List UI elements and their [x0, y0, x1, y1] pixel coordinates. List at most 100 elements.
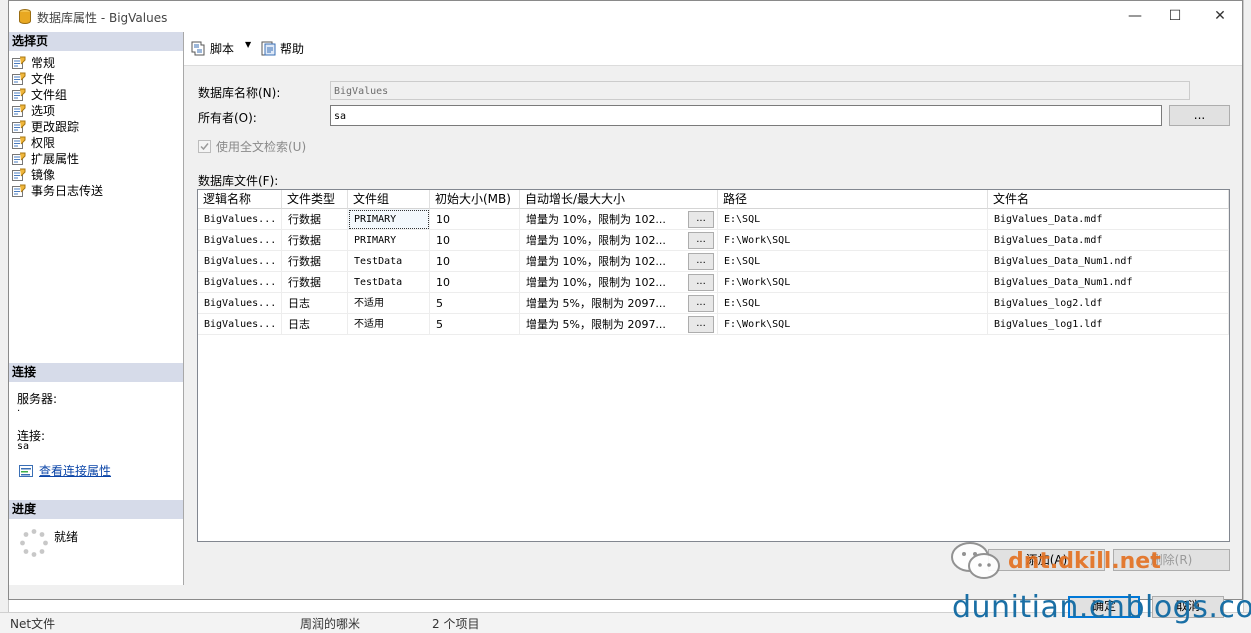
- grid-cell-name[interactable]: BigValues...: [198, 293, 282, 314]
- page-item[interactable]: 扩展属性: [12, 150, 79, 166]
- grid-cell-type[interactable]: 行数据: [282, 230, 348, 251]
- site-watermark: dunitian.cnblogs.com: [952, 590, 1251, 625]
- owner-input[interactable]: sa: [330, 105, 1162, 126]
- help-label: 帮助: [280, 42, 305, 56]
- owner-browse-button[interactable]: ...: [1169, 105, 1230, 126]
- grid-cell-file[interactable]: BigValues_Data.mdf: [988, 209, 1229, 230]
- connection-header: 连接: [9, 363, 183, 382]
- view-connection-properties[interactable]: 查看连接属性: [19, 462, 111, 479]
- progress-spinner-icon: [20, 529, 48, 557]
- column-header[interactable]: 自动增长/最大大小: [520, 190, 718, 209]
- view-connection-properties-link[interactable]: 查看连接属性: [39, 462, 111, 479]
- grid-cell-group[interactable]: PRIMARY: [348, 209, 430, 230]
- grid-cell-name[interactable]: BigValues...: [198, 272, 282, 293]
- help-button[interactable]: 帮助: [261, 40, 304, 57]
- grid-cell-group[interactable]: 不适用: [348, 314, 430, 335]
- close-button[interactable]: ✕: [1197, 1, 1243, 32]
- grid-cell-path[interactable]: F:\Work\SQL: [718, 272, 988, 293]
- database-name-label: 数据库名称(N):: [198, 86, 281, 100]
- column-header[interactable]: 路径: [718, 190, 988, 209]
- page-item-label: 事务日志传送: [31, 183, 104, 198]
- page-item[interactable]: 文件: [12, 70, 55, 86]
- grid-cell-group[interactable]: TestData: [348, 272, 430, 293]
- column-header[interactable]: 文件类型: [282, 190, 348, 209]
- script-dropdown-icon[interactable]: ▼: [245, 40, 251, 49]
- column-header[interactable]: 逻辑名称: [198, 190, 282, 209]
- grid-cell-size[interactable]: 10: [430, 251, 520, 272]
- grid-cell-path[interactable]: E:\SQL: [718, 251, 988, 272]
- grid-cell-size[interactable]: 10: [430, 209, 520, 230]
- page-item[interactable]: 选项: [12, 102, 55, 118]
- grid-cell-size[interactable]: 5: [430, 314, 520, 335]
- select-page-header: 选择页: [9, 32, 183, 51]
- autogrowth-browse-button[interactable]: ...: [688, 316, 714, 333]
- wechat-icon: [951, 542, 1000, 579]
- script-icon: [191, 41, 205, 56]
- grid-cell-group[interactable]: TestData: [348, 251, 430, 272]
- background-text: 周润的哪米: [300, 617, 361, 631]
- grid-cell-path[interactable]: F:\Work\SQL: [718, 230, 988, 251]
- page-icon: [12, 88, 26, 101]
- server-value: .: [17, 403, 21, 414]
- grid-cell-type[interactable]: 行数据: [282, 209, 348, 230]
- page-item[interactable]: 常规: [12, 54, 55, 70]
- column-header[interactable]: 文件组: [348, 190, 430, 209]
- page-item[interactable]: 更改跟踪: [12, 118, 79, 134]
- page-item-label: 选项: [31, 103, 56, 118]
- help-icon: [261, 41, 276, 56]
- page-item[interactable]: 权限: [12, 134, 55, 150]
- checkbox-checked-icon[interactable]: [198, 140, 211, 153]
- page-item[interactable]: 文件组: [12, 86, 67, 102]
- database-files-grid: 逻辑名称 文件类型 文件组 初始大小(MB) 自动增长/最大大小 路径 文件名 BigValu…: [197, 189, 1230, 542]
- autogrowth-browse-button[interactable]: ...: [688, 295, 714, 312]
- background-text: Net文件: [10, 617, 56, 631]
- autogrowth-browse-button[interactable]: ...: [688, 211, 714, 228]
- wechat-watermark-text: dnt.dkill.net: [1008, 548, 1161, 574]
- grid-cell-type[interactable]: 日志: [282, 314, 348, 335]
- page-icon: [12, 72, 26, 85]
- progress-status: 就绪: [54, 530, 79, 544]
- server-label: 服务器:: [17, 392, 58, 406]
- column-header[interactable]: 文件名: [988, 190, 1229, 209]
- grid-cell-file[interactable]: BigValues_Data_Num1.ndf: [988, 251, 1229, 272]
- grid-cell-path[interactable]: F:\Work\SQL: [718, 314, 988, 335]
- grid-cell-file[interactable]: BigValues_Data_Num1.ndf: [988, 272, 1229, 293]
- grid-cell-type[interactable]: 行数据: [282, 251, 348, 272]
- grid-cell-size[interactable]: 10: [430, 230, 520, 251]
- grid-cell-path[interactable]: E:\SQL: [718, 293, 988, 314]
- grid-cell-group[interactable]: 不适用: [348, 293, 430, 314]
- title-bar: 数据库属性 - BigValues — ☐ ✕: [9, 1, 1242, 32]
- page-icon: [12, 136, 26, 149]
- grid-cell-name[interactable]: BigValues...: [198, 314, 282, 335]
- progress-header: 进度: [9, 500, 183, 519]
- maximize-button[interactable]: ☐: [1152, 1, 1198, 32]
- grid-cell-type[interactable]: 日志: [282, 293, 348, 314]
- grid-cell-type[interactable]: 行数据: [282, 272, 348, 293]
- script-button[interactable]: 脚本: [190, 40, 234, 57]
- right-pane: 脚本 ▼ 帮助 数据库名称(N): BigValues 所有者(O): sa .…: [184, 32, 1242, 585]
- properties-icon: [19, 464, 33, 477]
- grid-cell-file[interactable]: BigValues_log2.ldf: [988, 293, 1229, 314]
- grid-cell-size[interactable]: 10: [430, 272, 520, 293]
- grid-cell-size[interactable]: 5: [430, 293, 520, 314]
- column-header[interactable]: 初始大小(MB): [430, 190, 520, 209]
- grid-cell-file[interactable]: BigValues_Data.mdf: [988, 230, 1229, 251]
- page-item-label: 常规: [31, 55, 56, 70]
- fulltext-checkbox-row[interactable]: 使用全文检索(U): [198, 138, 306, 155]
- grid-cell-path[interactable]: E:\SQL: [718, 209, 988, 230]
- page-item-label: 文件: [31, 71, 56, 86]
- database-files-label: 数据库文件(F):: [198, 174, 279, 188]
- grid-cell-file[interactable]: BigValues_log1.ldf: [988, 314, 1229, 335]
- page-item[interactable]: 镜像: [12, 166, 55, 182]
- autogrowth-browse-button[interactable]: ...: [688, 253, 714, 270]
- page-item-label: 扩展属性: [31, 151, 80, 166]
- grid-cell-name[interactable]: BigValues...: [198, 209, 282, 230]
- grid-cell-group[interactable]: PRIMARY: [348, 230, 430, 251]
- page-item[interactable]: 事务日志传送: [12, 182, 103, 198]
- autogrowth-browse-button[interactable]: ...: [688, 274, 714, 291]
- grid-cell-name[interactable]: BigValues...: [198, 230, 282, 251]
- page-icon: [12, 120, 26, 133]
- autogrowth-browse-button[interactable]: ...: [688, 232, 714, 249]
- page-icon: [12, 184, 26, 197]
- grid-cell-name[interactable]: BigValues...: [198, 251, 282, 272]
